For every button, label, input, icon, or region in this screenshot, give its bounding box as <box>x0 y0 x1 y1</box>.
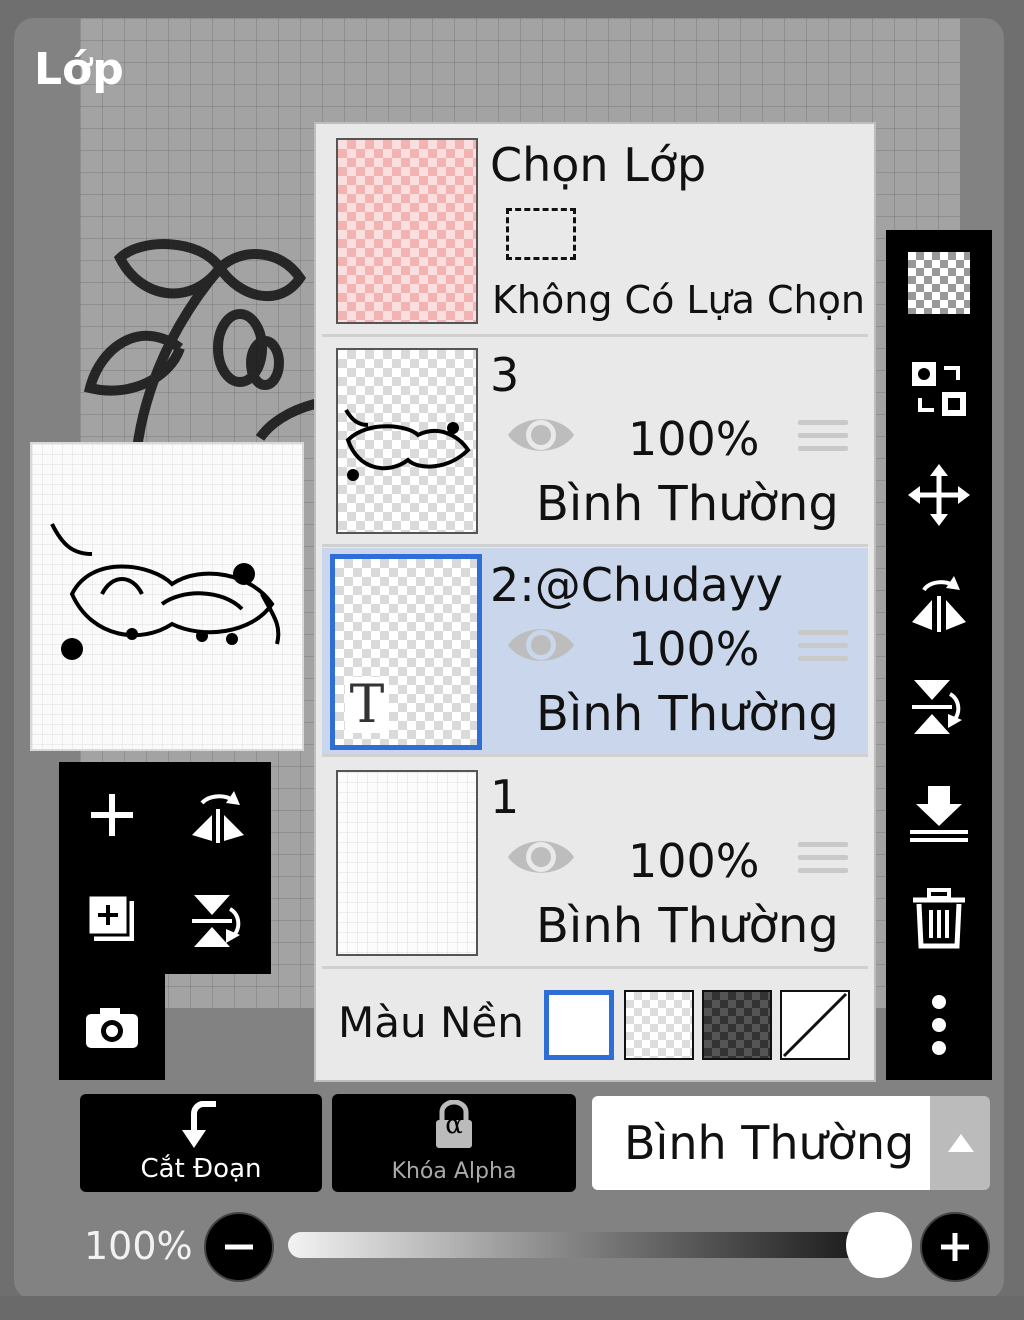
drag-handle-icon[interactable] <box>798 842 848 882</box>
flip-horizontal-button[interactable] <box>165 762 271 868</box>
opacity-decrease-button[interactable] <box>204 1212 274 1282</box>
layer-3-artwork <box>344 408 471 481</box>
alpha-lock-button[interactable]: α Khóa Alpha <box>332 1094 576 1192</box>
transparency-icon <box>908 252 970 314</box>
layer-thumbnail: T <box>330 554 482 750</box>
clipping-button[interactable]: Cắt Đoạn <box>80 1094 322 1192</box>
layer-blend-mode: Bình Thường <box>536 686 839 742</box>
merge-down-icon <box>910 786 968 842</box>
add-copy-icon <box>86 893 134 941</box>
layer-opacity: 100% <box>628 412 760 466</box>
background-color-row: Màu Nền <box>322 972 868 1072</box>
selection-layer-row[interactable]: Chọn Lớp Không Có Lựa Chọn <box>322 128 868 337</box>
layer-thumbnail <box>336 348 478 534</box>
merge-down-button[interactable] <box>886 760 992 866</box>
blend-mode-dropdown-button[interactable] <box>930 1096 990 1190</box>
trash-icon <box>913 888 965 949</box>
canvas-preview[interactable] <box>30 442 304 751</box>
blend-mode-select[interactable]: Bình Thường <box>592 1096 930 1190</box>
preview-artwork <box>50 523 281 660</box>
left-toolbar-extra <box>59 974 165 1080</box>
layer-name: 2:@Chudayy <box>490 558 784 612</box>
clipping-label: Cắt Đoạn <box>140 1154 262 1184</box>
selection-thumbnail <box>336 138 478 324</box>
layer-opacity: 100% <box>628 834 760 888</box>
panel-title: Lớp <box>34 44 124 95</box>
chevron-up-icon <box>948 1134 974 1152</box>
drag-handle-icon[interactable] <box>798 630 848 670</box>
left-toolbar <box>59 762 271 974</box>
delete-layer-button[interactable] <box>886 866 992 972</box>
none-slash-icon <box>782 992 848 1058</box>
layer-row-1[interactable]: 1 100% Bình Thường <box>322 760 868 969</box>
move-button[interactable] <box>886 442 992 548</box>
layer-blend-mode: Bình Thường <box>536 476 839 532</box>
blend-mode-value: Bình Thường <box>624 1116 915 1170</box>
layers-list: Chọn Lớp Không Có Lựa Chọn 3 100% Bình T… <box>314 122 876 1082</box>
more-options-button[interactable] <box>886 972 992 1078</box>
layer-thumbnail <box>336 770 478 956</box>
swatch-white[interactable] <box>544 990 614 1060</box>
duplicate-layer-button[interactable] <box>59 868 165 974</box>
layer-row-3[interactable]: 3 100% Bình Thường <box>322 338 868 547</box>
clipping-arrow-icon <box>182 1101 216 1148</box>
visibility-eye-icon[interactable] <box>504 832 578 882</box>
alpha-lock-label: Khóa Alpha <box>391 1159 517 1184</box>
flip-vertical-button[interactable] <box>165 868 271 974</box>
flip-vertical-icon <box>912 680 962 734</box>
selection-status: Không Có Lựa Chọn <box>492 278 865 322</box>
flip-horizontal-right-button[interactable] <box>886 548 992 654</box>
layer-name: 3 <box>490 348 520 402</box>
opacity-value-label: 100% <box>84 1224 193 1268</box>
system-bottom-bar <box>0 1296 1024 1320</box>
swap-button[interactable] <box>886 336 992 442</box>
layer-blend-mode: Bình Thường <box>536 898 839 954</box>
drag-handle-icon[interactable] <box>798 420 848 460</box>
layer-row-2[interactable]: T 2:@Chudayy 100% Bình Thường <box>322 548 868 757</box>
camera-icon <box>86 1008 138 1048</box>
opacity-slider-track[interactable] <box>288 1232 888 1258</box>
minus-icon <box>225 1244 253 1250</box>
add-layer-button[interactable] <box>59 762 165 868</box>
swatch-dark-checker[interactable] <box>702 990 772 1060</box>
text-layer-icon: T <box>345 677 389 733</box>
visibility-eye-icon[interactable] <box>504 410 578 460</box>
flip-horizontal-icon <box>912 576 966 632</box>
flip-horizontal-icon <box>192 791 244 843</box>
flip-vertical-right-button[interactable] <box>886 654 992 760</box>
transparency-button[interactable] <box>886 230 992 336</box>
add-icon <box>91 794 133 836</box>
visibility-eye-icon[interactable] <box>504 620 578 670</box>
swatch-none[interactable] <box>780 990 850 1060</box>
more-icon <box>932 995 946 1055</box>
selection-marquee-icon <box>506 208 576 260</box>
move-icon <box>908 464 970 526</box>
background-color-label: Màu Nền <box>338 998 524 1047</box>
layer-name: 1 <box>490 770 520 824</box>
alpha-symbol: α <box>445 1110 463 1140</box>
swap-icon <box>912 362 966 416</box>
plus-icon <box>941 1233 969 1261</box>
selection-title: Chọn Lớp <box>490 138 707 192</box>
import-photo-button[interactable] <box>59 974 165 1080</box>
opacity-increase-button[interactable] <box>920 1212 990 1282</box>
right-toolbar <box>886 230 992 1080</box>
swatch-transparent[interactable] <box>624 990 694 1060</box>
flip-vertical-icon <box>192 895 241 947</box>
layer-opacity: 100% <box>628 622 760 676</box>
opacity-slider-thumb[interactable] <box>846 1212 912 1278</box>
